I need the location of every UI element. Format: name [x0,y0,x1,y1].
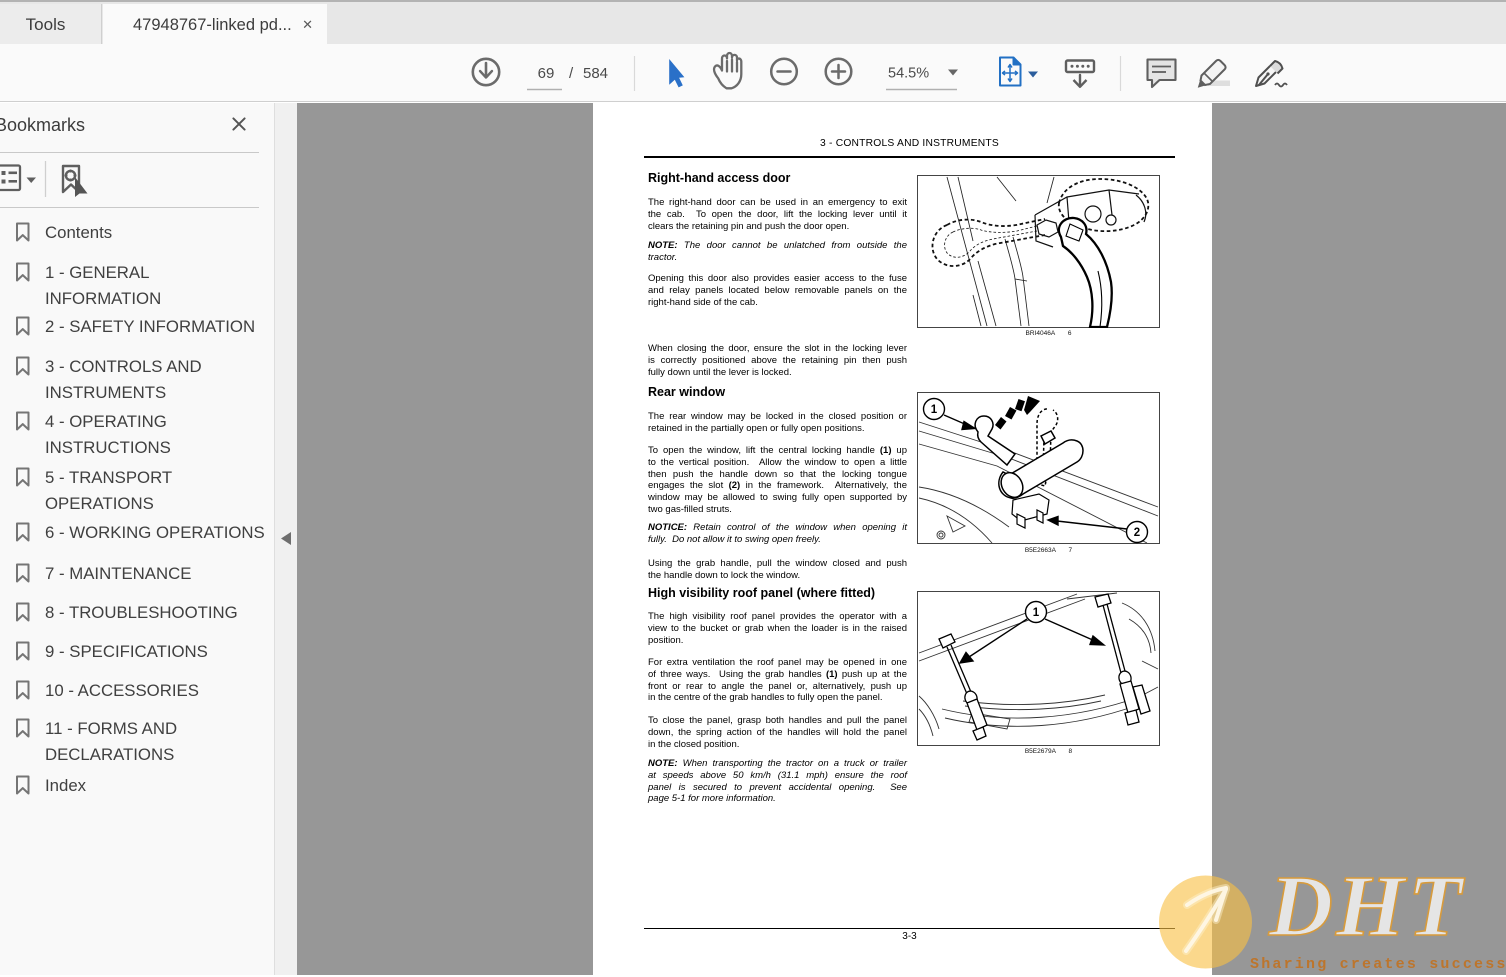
svg-text:Sharing creates success: Sharing creates success [1250,956,1506,972]
svg-text:DHT: DHT [1268,857,1465,954]
svg-text:2: 2 [1134,527,1140,539]
svg-text:/: / [569,65,574,82]
svg-text:1: 1 [931,404,938,416]
svg-text:584: 584 [583,65,608,82]
svg-text:69: 69 [538,65,555,82]
svg-text:1: 1 [1033,607,1040,619]
svg-text:54.5%: 54.5% [888,66,929,82]
